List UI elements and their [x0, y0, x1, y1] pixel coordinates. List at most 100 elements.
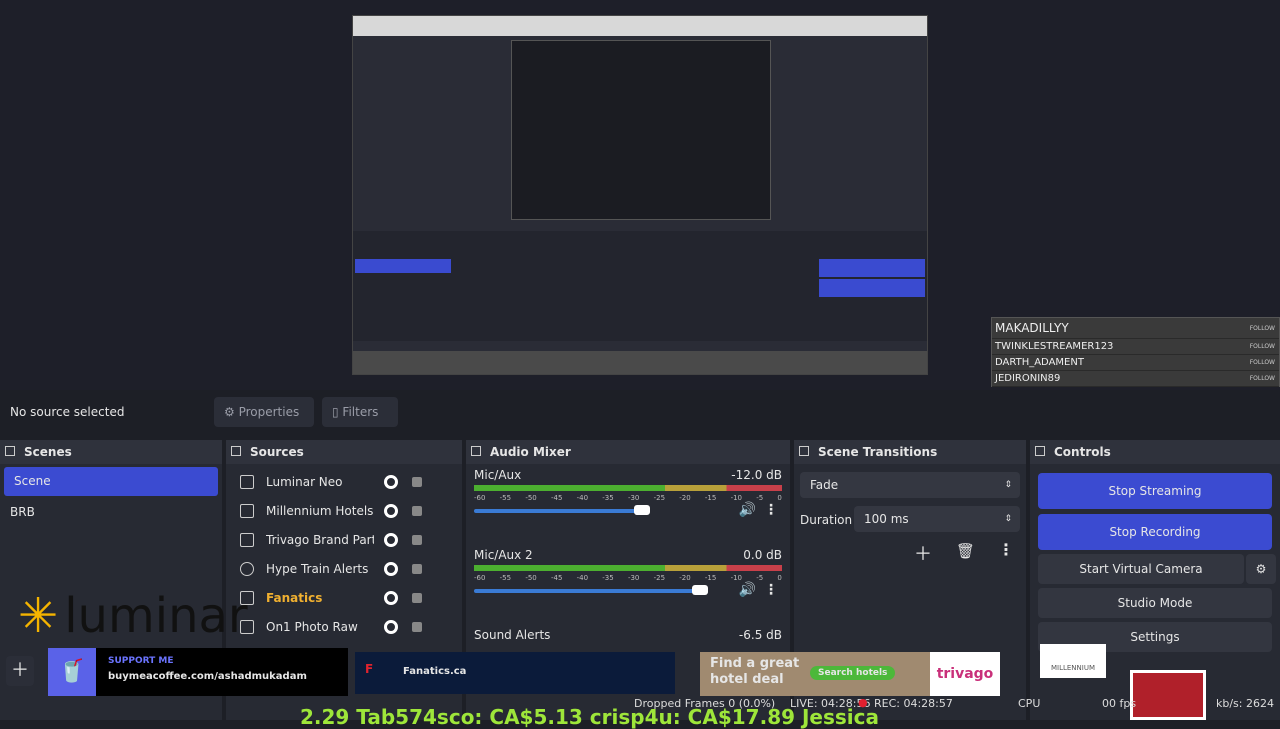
luminar-logo-overlay: ✳ luminar	[18, 588, 248, 644]
chevron-updown-icon: ⇕	[1004, 480, 1012, 490]
filters-button[interactable]: ▯ Filters	[322, 397, 398, 427]
eye-icon[interactable]	[384, 619, 398, 634]
transitions-title: Scene Transitions	[794, 440, 1026, 464]
duration-input[interactable]: 100 ms ⇕	[854, 506, 1020, 532]
speaker-icon[interactable]: 🔊	[739, 582, 756, 598]
trash-icon[interactable]: 🗑	[956, 542, 975, 560]
filter-icon: ▯	[332, 405, 343, 419]
meter-ticks: -60 -55 -50 -45 -40 -35 -30 -25 -20 -15 -10 -5 0	[474, 574, 782, 582]
meter-ticks: -60 -55 -50 -45 -40 -35 -30 -25 -20 -15 -10 -5 0	[474, 494, 782, 502]
eye-icon[interactable]	[384, 532, 398, 547]
tick-label: -20	[679, 574, 691, 582]
tick-label: -40	[576, 494, 589, 502]
tick-label: -50	[525, 574, 537, 582]
tick-label: 0	[777, 574, 782, 582]
eye-icon[interactable]	[384, 474, 398, 489]
slider-handle[interactable]	[692, 585, 708, 595]
coffee-cup-icon: 🥤	[48, 648, 96, 696]
tick-label: -35	[602, 574, 614, 582]
source-item[interactable]: Luminar Neo	[226, 467, 462, 496]
fanatics-logo: F	[365, 662, 374, 676]
speaker-icon[interactable]: 🔊	[739, 502, 756, 518]
tick-label: -10	[730, 574, 742, 582]
tick-label: -60	[474, 574, 486, 582]
nested-preview-image	[352, 15, 928, 375]
studio-mode-button[interactable]: Studio Mode	[1038, 588, 1272, 618]
follower-row: TWINKLESTREAMER123 FOLLOW	[992, 339, 1279, 355]
tick-label: -25	[653, 574, 666, 582]
scenes-title: Scenes	[0, 440, 222, 464]
preview-canvas[interactable]: MAKADILLYY FOLLOW TWINKLESTREAMER123 FOLLO…	[0, 0, 1280, 390]
scene-item[interactable]: Scene	[4, 467, 218, 496]
image-icon	[240, 474, 254, 489]
more-options-icon[interactable]: ⋮	[764, 502, 778, 518]
volume-slider[interactable]	[474, 509, 650, 513]
stop-recording-button[interactable]: Stop Recording	[1038, 514, 1272, 550]
tick-label: -45	[550, 574, 563, 582]
volume-slider[interactable]	[474, 589, 708, 593]
volume-meter	[474, 565, 782, 571]
add-scene-button[interactable]: ＋	[6, 656, 34, 686]
tick-label: -5	[756, 494, 764, 502]
mixer-channel: Mic/Aux -12.0 dB -60 -55 -50 -45 -40 -35 -30 -2…	[474, 468, 782, 518]
donation-ticker: 2.29 Tab574sco: CA$5.13 crisp4u: CA$17.8…	[300, 705, 880, 729]
gear-icon[interactable]: ⚙	[1246, 554, 1276, 584]
tick-label: -60	[474, 494, 486, 502]
tick-label: -30	[627, 574, 640, 582]
duration-label: Duration	[800, 513, 853, 527]
eye-icon[interactable]	[384, 503, 398, 518]
eye-icon[interactable]	[384, 561, 398, 576]
sun-icon: ✳	[18, 588, 59, 644]
tick-label: -45	[550, 494, 563, 502]
tick-label: 0	[777, 494, 782, 502]
controls-title: Controls	[1030, 440, 1280, 464]
browser-icon	[240, 561, 254, 576]
lock-icon[interactable]	[412, 592, 422, 603]
source-item[interactable]: Millennium Hotels	[226, 496, 462, 525]
follower-row: DARTH_ADAMENT FOLLOW	[992, 355, 1279, 371]
transition-select[interactable]: Fade ⇕	[800, 472, 1020, 498]
lock-icon[interactable]	[412, 505, 422, 516]
follower-row: JEDIRONIN89 FOLLOW	[992, 371, 1279, 387]
more-options-icon[interactable]: ⋮	[764, 582, 778, 598]
no-source-label: No source selected	[10, 405, 125, 419]
more-options-icon[interactable]: ⋮	[998, 540, 1014, 559]
mixer-title: Audio Mixer	[466, 440, 790, 464]
lock-icon[interactable]	[412, 621, 422, 632]
tick-label: -25	[653, 494, 666, 502]
tick-label: -10	[730, 494, 742, 502]
stop-streaming-button[interactable]: Stop Streaming	[1038, 473, 1272, 509]
properties-button[interactable]: ⚙ Properties	[214, 397, 314, 427]
source-item[interactable]: Fanatics	[226, 583, 462, 612]
tick-label: -55	[499, 494, 512, 502]
source-toolbar: No source selected	[0, 392, 1280, 432]
follower-list: MAKADILLYY FOLLOW TWINKLESTREAMER123 FOLLO…	[991, 317, 1280, 387]
start-virtual-camera-button[interactable]: Start Virtual Camera	[1038, 554, 1244, 584]
source-item[interactable]: Hype Train Alerts	[226, 554, 462, 583]
lock-icon[interactable]	[412, 534, 422, 545]
eye-icon[interactable]	[384, 590, 398, 605]
sources-title: Sources	[226, 440, 462, 464]
follower-row: MAKADILLYY FOLLOW	[992, 318, 1279, 339]
tick-label: -30	[627, 494, 640, 502]
add-transition-button[interactable]: ＋	[914, 540, 932, 566]
gear-icon: ⚙	[224, 405, 239, 419]
tick-label: -50	[525, 494, 537, 502]
tick-label: -35	[602, 494, 614, 502]
tick-label: -20	[679, 494, 691, 502]
image-icon	[240, 532, 254, 547]
lock-icon[interactable]	[412, 476, 422, 487]
mixer-channel: Mic/Aux 2 0.0 dB -60 -55 -50 -45 -40 -35 -30 -2…	[474, 548, 782, 598]
tick-label: -15	[704, 494, 717, 502]
lock-icon[interactable]	[412, 563, 422, 574]
tick-label: -55	[499, 574, 512, 582]
tick-label: -40	[576, 574, 589, 582]
slider-handle[interactable]	[634, 505, 650, 515]
source-item[interactable]: Trivago Brand Part	[226, 525, 462, 554]
image-icon	[240, 503, 254, 518]
spinner-icon: ⇕	[1004, 514, 1012, 524]
source-item[interactable]: On1 Photo Raw	[226, 612, 462, 641]
scene-item[interactable]: BRB	[0, 498, 222, 527]
tick-label: -5	[756, 574, 764, 582]
volume-meter	[474, 485, 782, 491]
